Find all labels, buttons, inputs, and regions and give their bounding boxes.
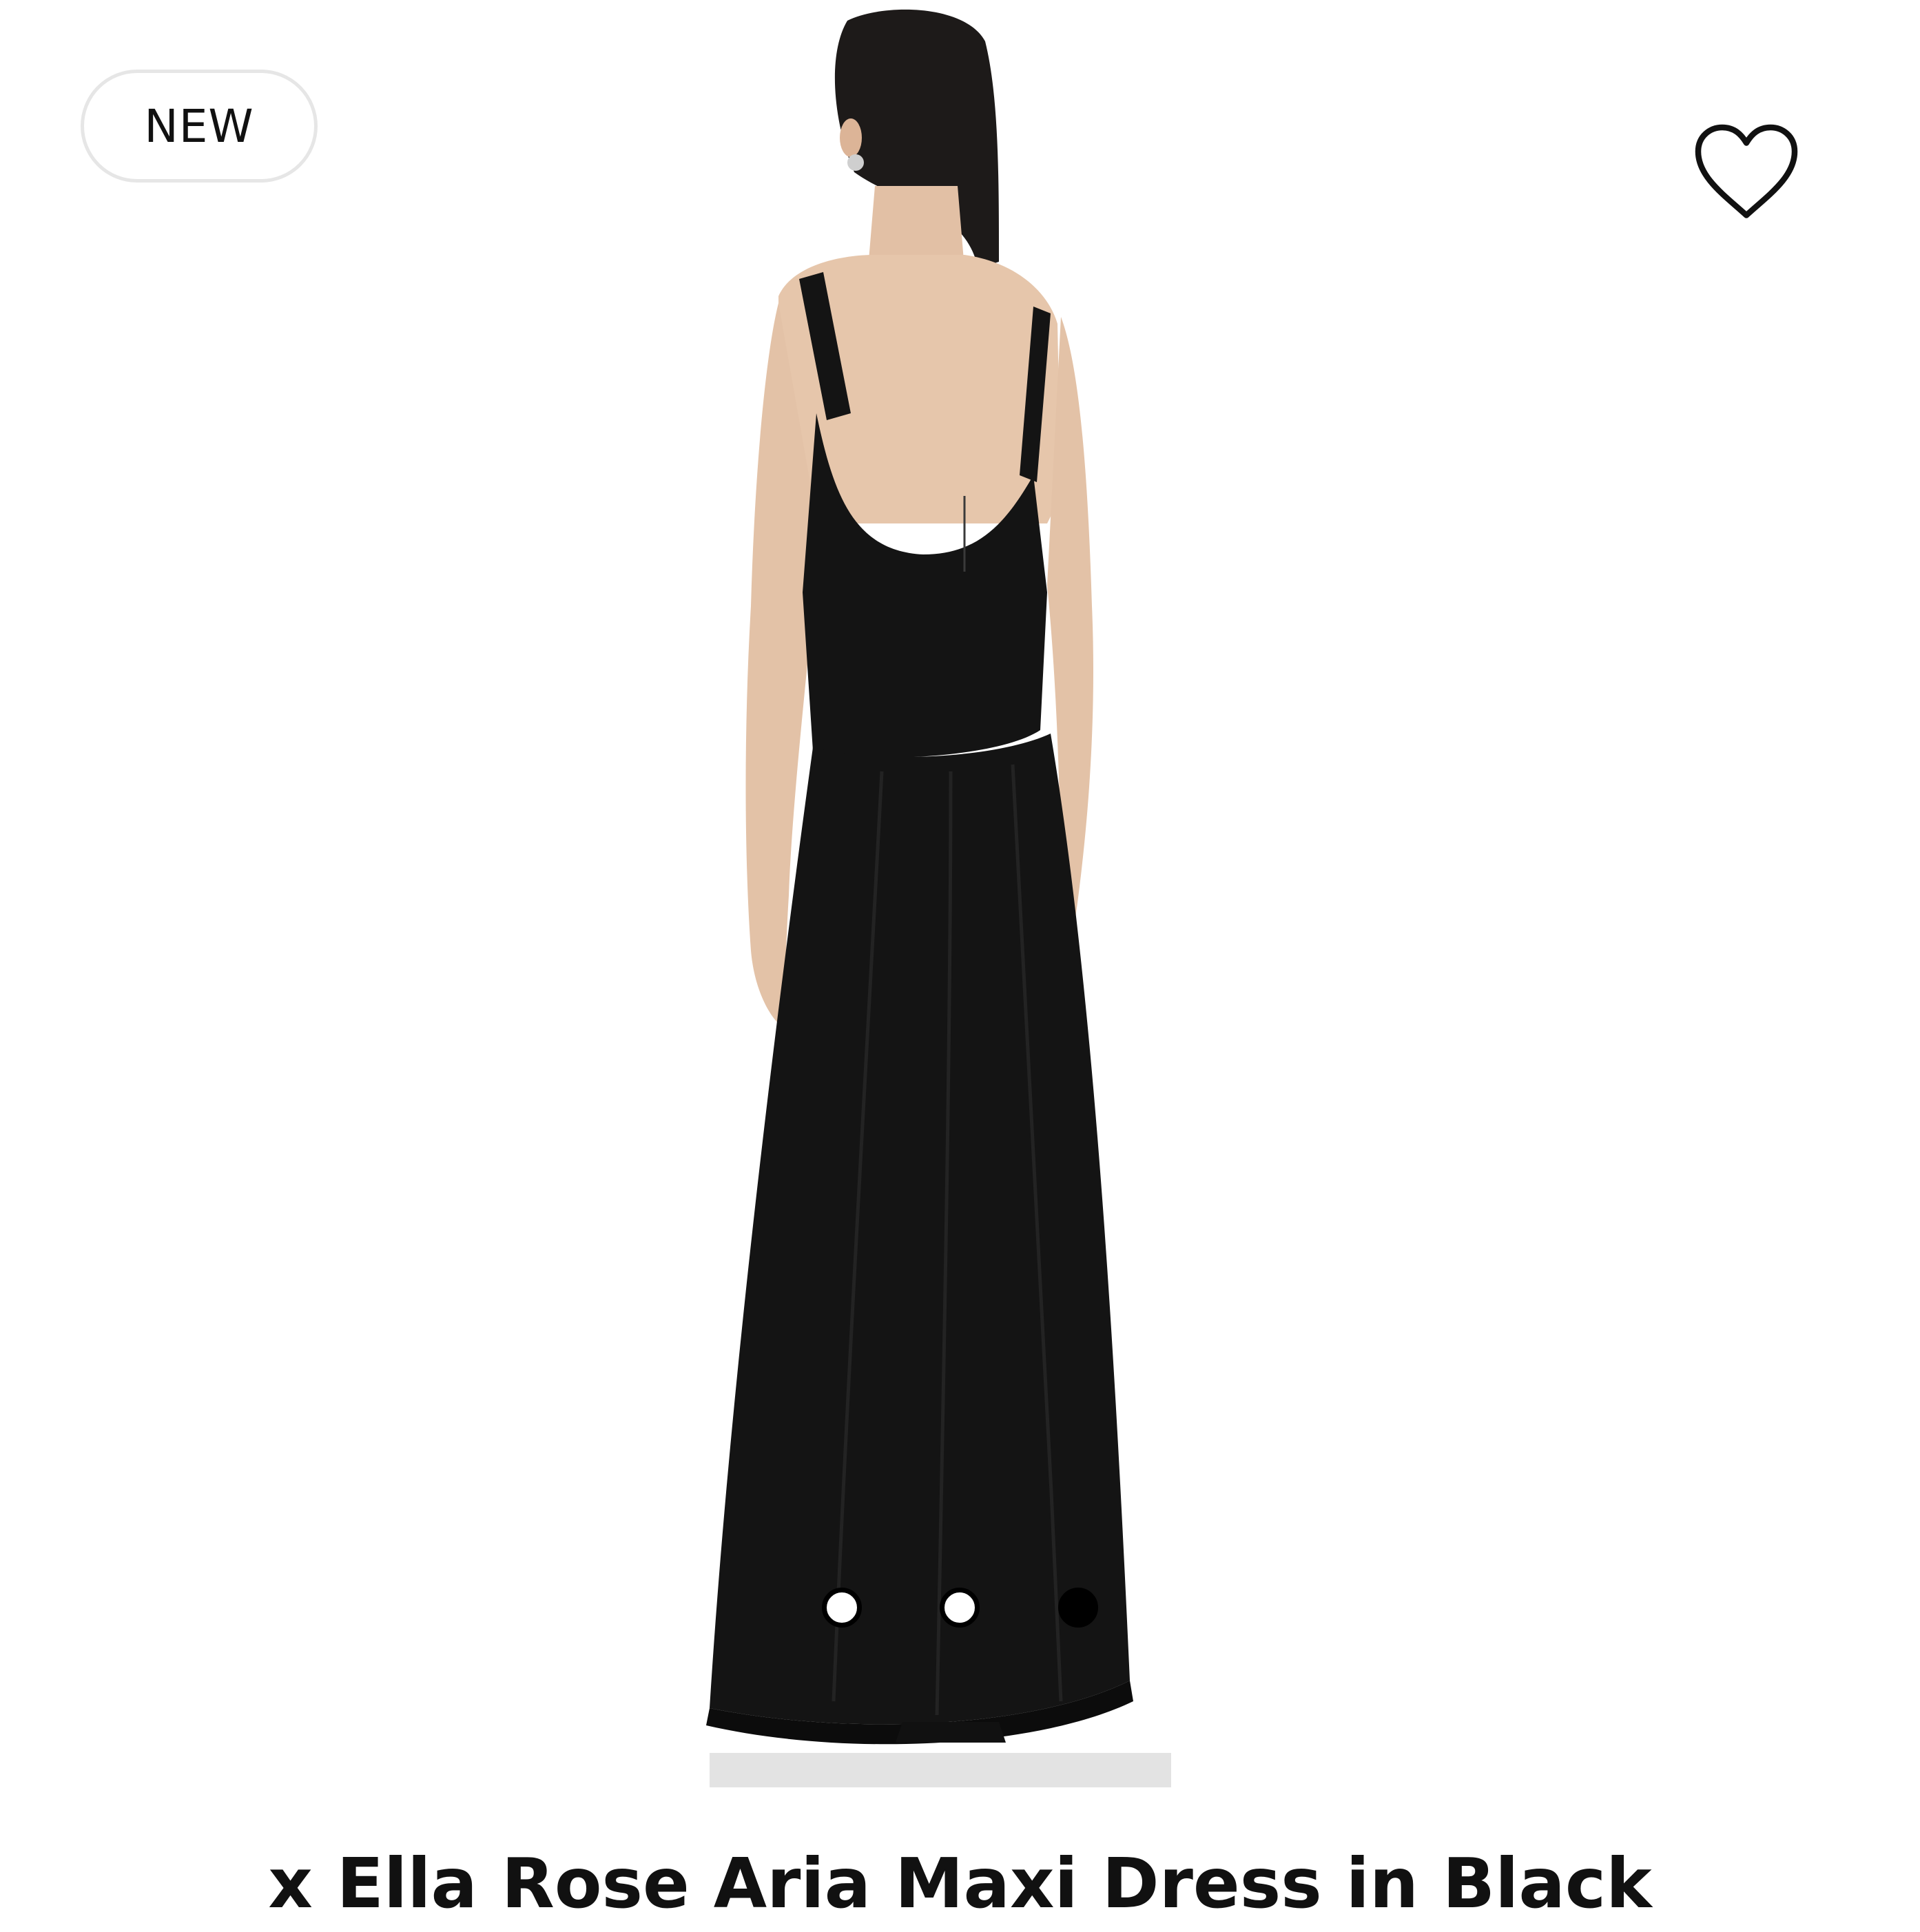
product-image[interactable] <box>675 0 1247 1818</box>
carousel-dot-3-active[interactable] <box>1058 1588 1098 1628</box>
product-title[interactable]: x Ella Rose Aria Maxi Dress in Black <box>0 1836 1920 1932</box>
wishlist-button[interactable] <box>1691 121 1802 224</box>
carousel-dots <box>822 1581 1125 1636</box>
carousel-dot-2[interactable] <box>940 1588 980 1628</box>
heart-outline-icon <box>1691 121 1802 224</box>
product-card: NEW x Ella Rose Aria Maxi Dress in Black <box>0 0 1920 1924</box>
new-badge-label: NEW <box>144 99 254 153</box>
new-badge: NEW <box>81 70 318 183</box>
carousel-dot-1[interactable] <box>822 1588 862 1628</box>
